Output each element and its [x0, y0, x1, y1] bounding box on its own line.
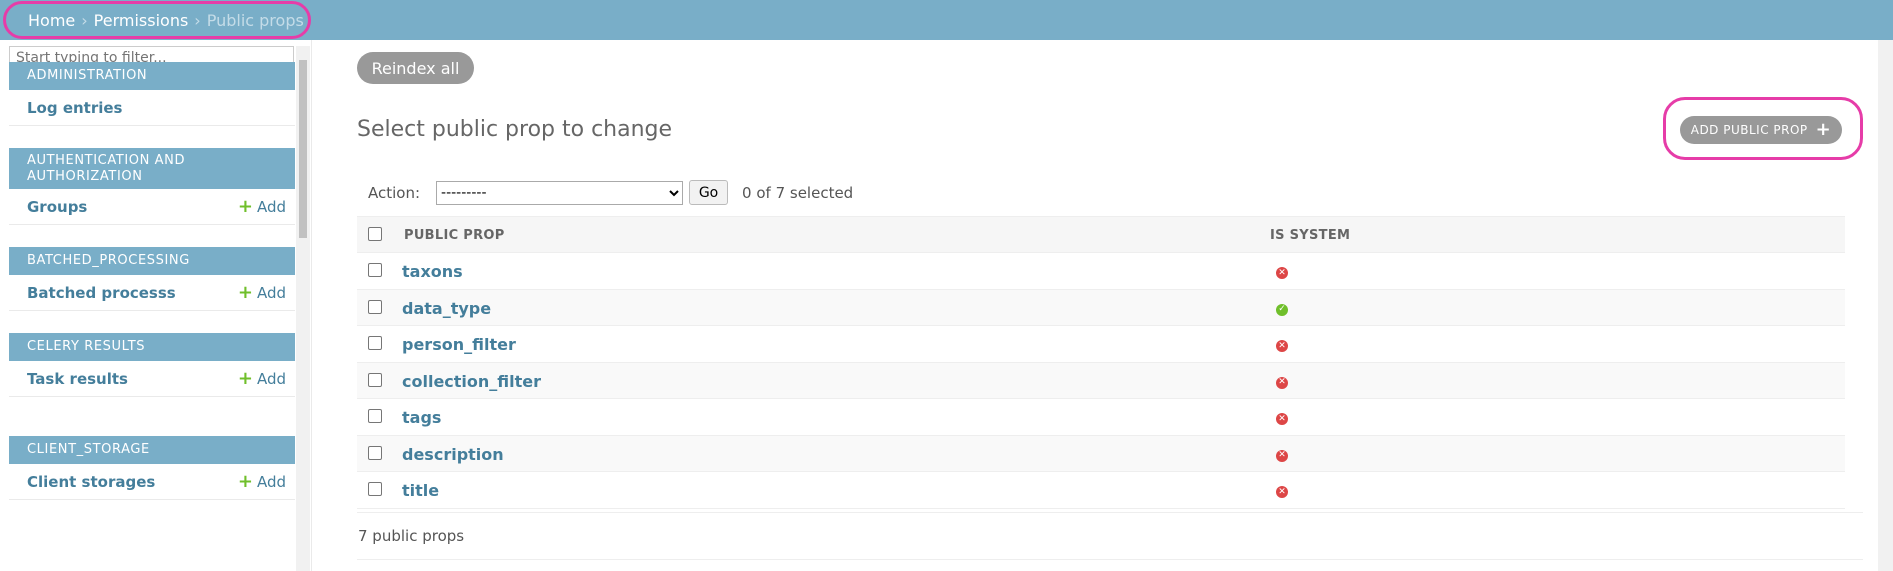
row-checkbox[interactable]	[368, 445, 382, 460]
plus-icon: +	[237, 195, 253, 217]
add-groups-link[interactable]: + Add	[237, 195, 286, 217]
model-link-client-storages[interactable]: Client storages	[27, 473, 155, 491]
false-icon: ✕	[1276, 267, 1288, 279]
result-list-table: PUBLIC PROP IS SYSTEM taxons ✕ data_type…	[357, 216, 1863, 560]
model-link-log-entries[interactable]: Log entries	[27, 99, 123, 117]
add-client-storages-link[interactable]: + Add	[237, 470, 286, 492]
sidebar-item-client-storages: Client storages + Add	[9, 464, 295, 500]
table-row: taxons ✕	[357, 253, 1845, 290]
true-icon: ✓	[1276, 303, 1288, 316]
table-row: collection_filter ✕	[357, 362, 1845, 399]
module-header-batched-processing[interactable]: BATCHED_PROCESSING	[9, 247, 295, 275]
column-header-public-prop[interactable]: PUBLIC PROP	[404, 228, 505, 243]
add-label: Add	[256, 472, 286, 491]
plus-icon: +	[237, 281, 253, 303]
nav-sidebar: ADMINISTRATION Log entries AUTHENTICATIO…	[0, 40, 312, 571]
plus-icon: +	[237, 470, 253, 492]
row-checkbox[interactable]	[368, 336, 382, 350]
row-link[interactable]: description	[402, 445, 504, 464]
table-row: title ✕	[357, 472, 1845, 509]
false-icon: ✕	[1276, 376, 1288, 389]
header-bar: Home › Permissions › Public props	[0, 0, 1893, 40]
module-header-auth[interactable]: AUTHENTICATION AND AUTHORIZATION	[9, 148, 295, 189]
row-link[interactable]: taxons	[402, 262, 463, 281]
sidebar-item-groups: Groups + Add	[9, 189, 295, 225]
go-button[interactable]: Go	[689, 180, 729, 205]
column-header-is-system[interactable]: IS SYSTEM	[1270, 228, 1350, 243]
breadcrumb-highlight-ring	[3, 1, 311, 39]
module-header-administration[interactable]: ADMINISTRATION	[9, 62, 295, 90]
module-header-client-storage[interactable]: CLIENT_STORAGE	[9, 436, 295, 464]
sidebar-scrollbar[interactable]	[296, 46, 310, 571]
actions-bar: Action: --------- Go 0 of 7 selected	[368, 180, 853, 205]
row-link[interactable]: collection_filter	[402, 372, 541, 391]
add-label: Add	[256, 283, 286, 302]
row-checkbox[interactable]	[368, 299, 382, 314]
add-task-results-link[interactable]: + Add	[237, 367, 286, 389]
false-icon: ✕	[1276, 449, 1288, 462]
row-link[interactable]: tags	[402, 408, 441, 427]
add-label: Add	[256, 197, 286, 216]
table-header: PUBLIC PROP IS SYSTEM	[357, 216, 1845, 253]
row-link[interactable]: data_type	[402, 299, 491, 318]
model-link-task-results[interactable]: Task results	[27, 370, 128, 388]
select-all-checkbox[interactable]	[368, 227, 382, 241]
page-title: Select public prop to change	[357, 117, 673, 142]
false-icon: ✕	[1276, 413, 1288, 425]
plus-icon: +	[237, 367, 253, 389]
row-checkbox[interactable]	[368, 482, 382, 496]
table-row: tags ✕	[357, 399, 1845, 436]
model-link-groups[interactable]: Groups	[27, 198, 87, 216]
false-icon: ✕	[1276, 486, 1288, 498]
add-batched-processs-link[interactable]: + Add	[237, 281, 286, 303]
table-row: description ✕	[357, 435, 1845, 472]
sidebar-scrollbar-thumb[interactable]	[299, 60, 307, 238]
sidebar-item-batched-processs: Batched processs + Add	[9, 275, 295, 311]
selection-counter: 0 of 7 selected	[742, 183, 854, 202]
reindex-all-button[interactable]: Reindex all	[357, 52, 474, 84]
false-icon: ✕	[1276, 340, 1288, 352]
table-row: person_filter ✕	[357, 326, 1845, 363]
row-link[interactable]: person_filter	[402, 335, 516, 354]
row-link[interactable]: title	[402, 481, 439, 500]
row-checkbox[interactable]	[368, 372, 382, 387]
model-link-batched-processs[interactable]: Batched processs	[27, 284, 176, 302]
module-header-celery-results[interactable]: CELERY RESULTS	[9, 333, 295, 361]
paginator: 7 public props	[357, 512, 1863, 560]
sidebar-item-log-entries: Log entries	[9, 90, 295, 126]
row-checkbox[interactable]	[368, 263, 382, 277]
table-row: data_type ✓	[357, 289, 1845, 326]
row-checkbox[interactable]	[368, 409, 382, 423]
sidebar-item-task-results: Task results + Add	[9, 361, 295, 397]
add-label: Add	[256, 369, 286, 388]
action-label: Action:	[368, 183, 421, 202]
add-button-highlight-ring	[1663, 97, 1863, 160]
page-scrollbar[interactable]	[1878, 40, 1893, 571]
action-select[interactable]: ---------	[436, 180, 684, 205]
